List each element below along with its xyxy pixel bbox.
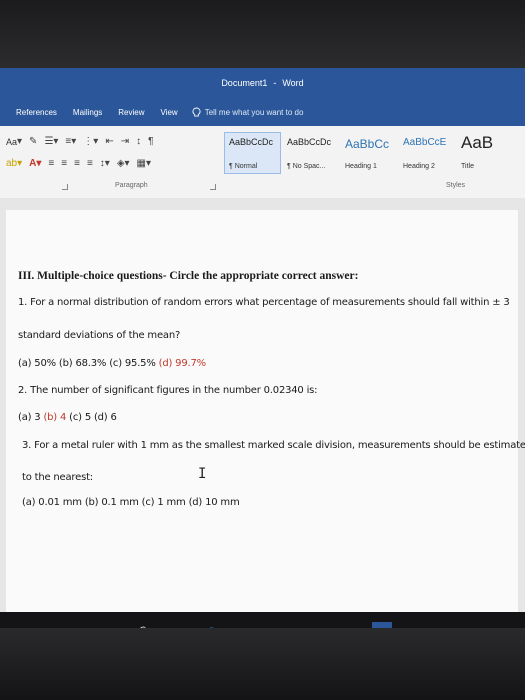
tell-me-box[interactable]: Tell me what you want to do: [192, 107, 304, 118]
highlight-color-icon[interactable]: ab▾: [6, 158, 22, 169]
align-right-icon[interactable]: ≡: [74, 158, 80, 169]
photo-bezel-bottom: [0, 628, 525, 700]
question-1-line-2: standard deviations of the mean?: [18, 330, 181, 341]
paragraph-toolbar-row-1: Aa ▾ ✎ ☰▾ ≡▾ ⋮▾ ⇤ ⇥ ↕ ¶: [6, 136, 160, 147]
tab-mailings[interactable]: Mailings: [65, 108, 110, 117]
question-2-line-1: 2. The number of significant figures in …: [18, 385, 318, 396]
change-case-button[interactable]: Aa ▾: [6, 136, 22, 147]
tab-view[interactable]: View: [153, 108, 186, 117]
question-2-answer: (b) 4: [43, 412, 67, 423]
text-cursor-icon: I: [198, 466, 207, 482]
ribbon-home: Aa ▾ ✎ ☰▾ ≡▾ ⋮▾ ⇤ ⇥ ↕ ¶ ab▾ A▾ ≡ ≡ ≡ ≡ ↕…: [0, 126, 525, 199]
clear-formatting-icon[interactable]: ✎: [29, 136, 37, 147]
style-name: Heading 1: [345, 163, 377, 170]
chevron-down-icon: ▾: [17, 136, 23, 147]
decrease-indent-icon[interactable]: ⇤: [105, 136, 113, 147]
style-heading-2[interactable]: AaBbCcE Heading 2: [398, 132, 455, 174]
question-3-options: (a) 0.01 mm (b) 0.1 mm (c) 1 mm (d) 10 m…: [22, 497, 240, 508]
style-title[interactable]: AaB Title: [456, 132, 513, 174]
ribbon-tabs: References Mailings Review View Tell me …: [0, 98, 525, 126]
font-color-icon[interactable]: A▾: [29, 158, 41, 169]
tab-references[interactable]: References: [0, 108, 65, 117]
justify-icon[interactable]: ≡: [87, 158, 93, 169]
paragraph-dialog-launcher-icon[interactable]: [210, 184, 216, 190]
style-heading-1[interactable]: AaBbCc Heading 1: [340, 132, 397, 174]
style-sample: AaBbCcDc: [287, 137, 332, 147]
styles-group-label: Styles: [446, 182, 466, 189]
line-spacing-icon[interactable]: ↕▾: [100, 158, 110, 169]
lightbulb-icon: [192, 107, 201, 117]
title-separator: -: [273, 78, 277, 88]
increase-indent-icon[interactable]: ⇥: [121, 136, 129, 147]
style-name: Title: [461, 163, 474, 170]
photo-bezel-top: [0, 0, 525, 68]
title-bar: Document1 - Word: [0, 68, 525, 98]
tab-review[interactable]: Review: [110, 108, 152, 117]
question-3-line-1: 3. For a metal ruler with 1 mm as the sm…: [22, 440, 525, 451]
style-sample: AaBbCc: [345, 137, 390, 151]
question-2-options: (a) 3 (b) 4 (c) 5 (d) 6: [18, 412, 117, 423]
question-1-line-1: 1. For a normal distribution of random e…: [18, 297, 510, 308]
paragraph-group-label: Paragraph: [115, 182, 148, 189]
style-name: ¶ No Spac...: [287, 163, 326, 170]
styles-gallery: AaBbCcDc ¶ Normal AaBbCcDc ¶ No Spac... …: [224, 132, 514, 174]
tell-me-placeholder: Tell me what you want to do: [204, 107, 304, 117]
style-name: ¶ Normal: [229, 163, 258, 170]
question-1-options: (a) 50% (b) 68.3% (c) 95.5% (d) 99.7%: [18, 358, 206, 369]
style-name: Heading 2: [403, 163, 435, 170]
bullets-icon[interactable]: ☰▾: [44, 136, 58, 147]
style-sample: AaBbCcDc: [229, 137, 274, 147]
document-name: Document1: [221, 78, 268, 88]
sort-icon[interactable]: ↕: [136, 136, 141, 147]
change-case-label: Aa: [6, 136, 18, 147]
style-sample: AaBbCcE: [403, 137, 447, 148]
question-1-options-plain: (a) 50% (b) 68.3% (c) 95.5%: [18, 358, 159, 369]
question-3-line-2: to the nearest:: [22, 472, 93, 483]
style-sample: AaB: [461, 133, 494, 152]
question-1-answer: (d) 99.7%: [158, 358, 206, 369]
style-normal[interactable]: AaBbCcDc ¶ Normal: [224, 132, 281, 174]
numbering-icon[interactable]: ≡▾: [65, 136, 76, 147]
section-heading: III. Multiple-choice questions- Circle t…: [18, 270, 359, 282]
multilevel-list-icon[interactable]: ⋮▾: [83, 136, 98, 147]
pilcrow-icon[interactable]: ¶: [148, 136, 153, 147]
borders-icon[interactable]: ▦▾: [137, 158, 151, 169]
font-dialog-launcher-icon[interactable]: [62, 184, 68, 190]
align-left-icon[interactable]: ≡: [48, 158, 54, 169]
shading-icon[interactable]: ◈▾: [117, 158, 130, 169]
paragraph-toolbar-row-2: ab▾ A▾ ≡ ≡ ≡ ≡ ↕▾ ◈▾ ▦▾: [6, 158, 158, 169]
question-2-option-rest: (c) 5 (d) 6: [66, 412, 117, 423]
style-no-spacing[interactable]: AaBbCcDc ¶ No Spac...: [282, 132, 339, 174]
app-name: Word: [282, 78, 304, 88]
align-center-icon[interactable]: ≡: [61, 158, 67, 169]
question-2-option-a: (a) 3: [18, 412, 44, 423]
